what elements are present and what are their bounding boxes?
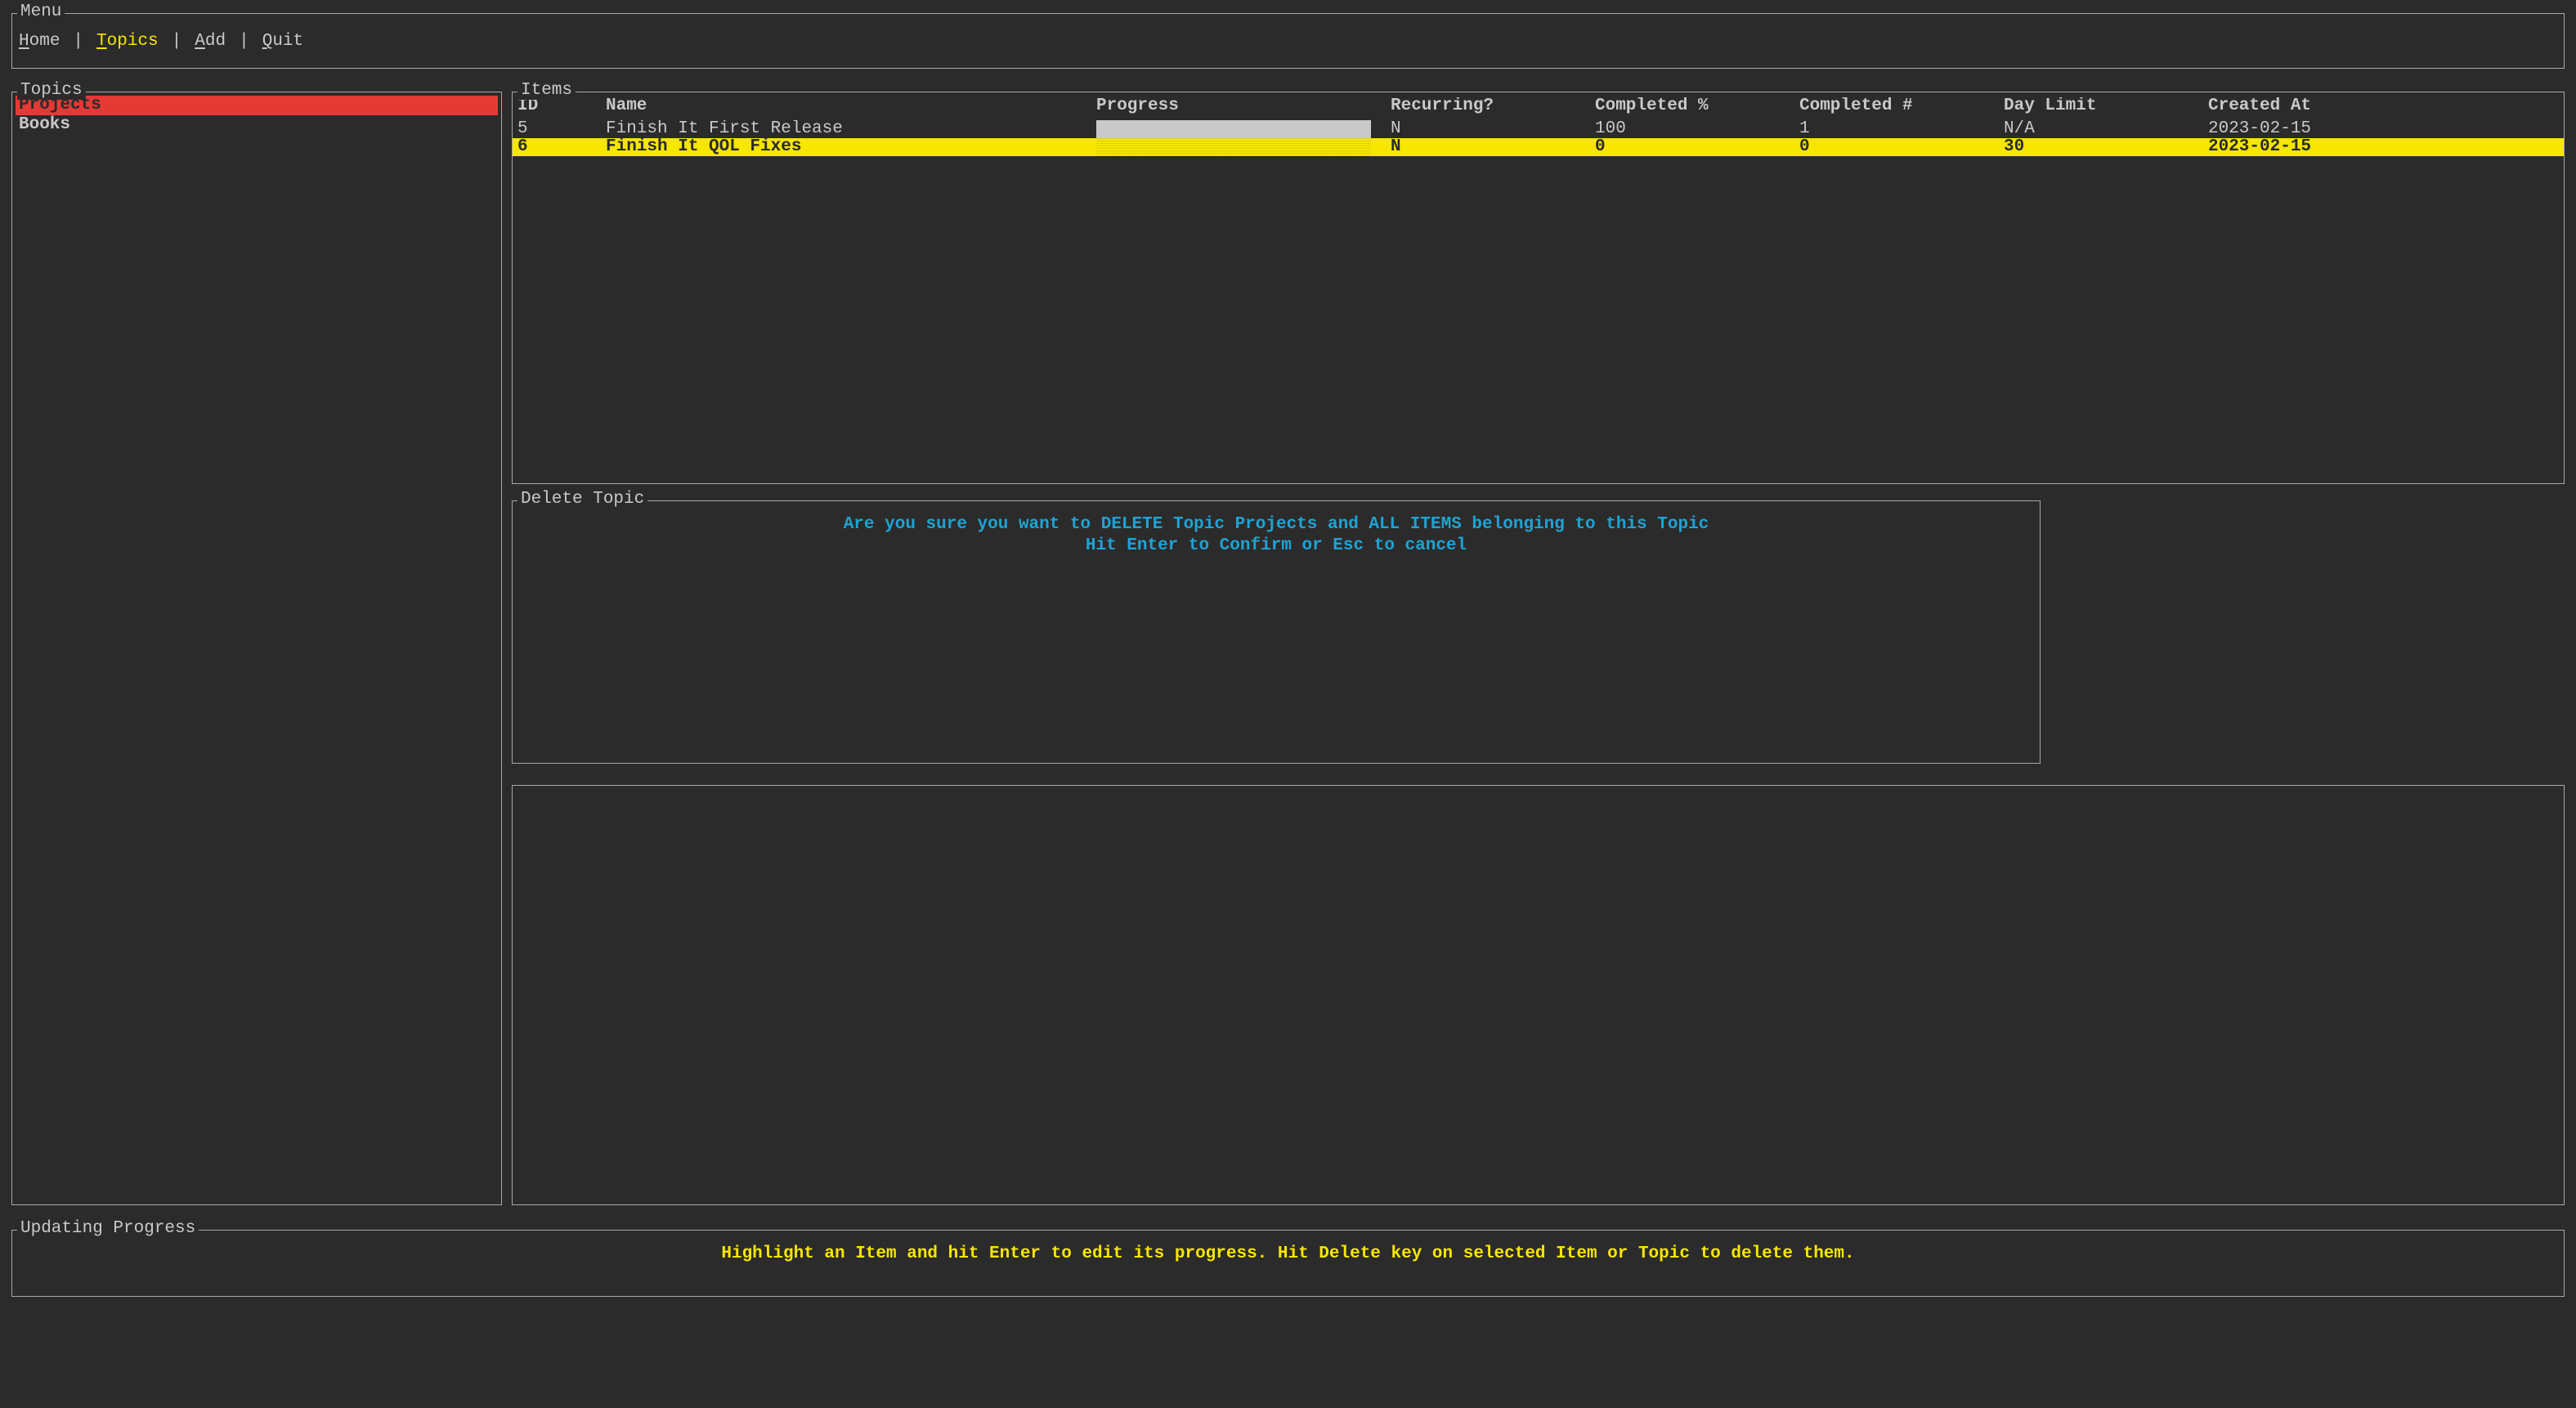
menu-item-home[interactable]: Home	[19, 33, 60, 51]
topic-row[interactable]: Projects	[16, 96, 498, 115]
status-box: Updating Progress Highlight an Item and …	[11, 1230, 2565, 1297]
topics-title: Topics	[17, 82, 86, 100]
items-box-lower	[512, 785, 2565, 1205]
main-row: Topics ProjectsBooks Items ID Name Progr…	[11, 92, 2565, 1205]
menu-separator: |	[73, 33, 83, 51]
cell: 2023-02-15	[2208, 138, 2560, 156]
topic-row[interactable]: Books	[16, 115, 498, 135]
status-text: Highlight an Item and hit Enter to edit …	[12, 1231, 2564, 1268]
col-created-at: Created At	[2208, 97, 2560, 115]
delete-topic-line1: Are you sure you want to DELETE Topic Pr…	[517, 516, 2035, 534]
status-title: Updating Progress	[17, 1220, 199, 1238]
items-box: Items ID Name Progress Recurring? Comple…	[512, 92, 2565, 484]
cell: N	[1391, 120, 1595, 138]
menu-item-add[interactable]: Add	[195, 33, 226, 51]
delete-topic-title: Delete Topic	[517, 491, 647, 509]
delete-topic-content: Are you sure you want to DELETE Topic Pr…	[513, 501, 2040, 563]
cell: 6	[516, 138, 606, 156]
right-column: Items ID Name Progress Recurring? Comple…	[512, 92, 2565, 1205]
cell: Finish It First Release	[606, 120, 1096, 138]
progress-cell	[1096, 138, 1391, 156]
progress-bar	[1096, 138, 1371, 156]
cell: 5	[516, 120, 606, 138]
cell: N	[1391, 138, 1595, 156]
cell: 30	[2004, 138, 2208, 156]
cell: 1	[1799, 120, 2004, 138]
col-day-limit: Day Limit	[2004, 97, 2208, 115]
topics-list: ProjectsBooks	[12, 92, 501, 138]
table-row[interactable]: 5Finish It First Release N1001N/A2023-02-…	[513, 120, 2564, 138]
cell: 100	[1595, 120, 1799, 138]
items-header-row: ID Name Progress Recurring? Completed % …	[513, 92, 2564, 120]
menu-item-topics[interactable]: Topics	[96, 33, 159, 51]
delete-topic-line2: Hit Enter to Confirm or Esc to cancel	[517, 537, 2035, 555]
col-name: Name	[606, 97, 1096, 115]
cell: 0	[1595, 138, 1799, 156]
items-title: Items	[517, 82, 576, 100]
menu-separator: |	[172, 33, 182, 51]
menu-box: Menu Home|Topics|Add|Quit	[11, 13, 2565, 69]
items-content: ID Name Progress Recurring? Completed % …	[513, 92, 2564, 156]
items-rows: 5Finish It First Release N1001N/A2023-02-…	[513, 120, 2564, 156]
table-row[interactable]: 6Finish It QOL FixesN00302023-02-15	[513, 138, 2564, 156]
cell: Finish It QOL Fixes	[606, 138, 1096, 156]
col-recurring: Recurring?	[1391, 97, 1595, 115]
col-completed-pct: Completed %	[1595, 97, 1799, 115]
topics-box: Topics ProjectsBooks	[11, 92, 502, 1205]
menu-title: Menu	[17, 3, 65, 21]
progress-bar	[1096, 120, 1371, 138]
col-completed-cnt: Completed #	[1799, 97, 2004, 115]
cell: 2023-02-15	[2208, 120, 2560, 138]
col-progress: Progress	[1096, 97, 1391, 115]
delete-topic-dialog[interactable]: Delete Topic Are you sure you want to DE…	[512, 500, 2041, 764]
menu-item-quit[interactable]: Quit	[262, 33, 303, 51]
progress-cell	[1096, 120, 1391, 138]
cell: N/A	[2004, 120, 2208, 138]
menu-separator: |	[239, 33, 249, 51]
menu-content: Home | Topics | Add | Quit	[12, 14, 2564, 68]
cell: 0	[1799, 138, 2004, 156]
